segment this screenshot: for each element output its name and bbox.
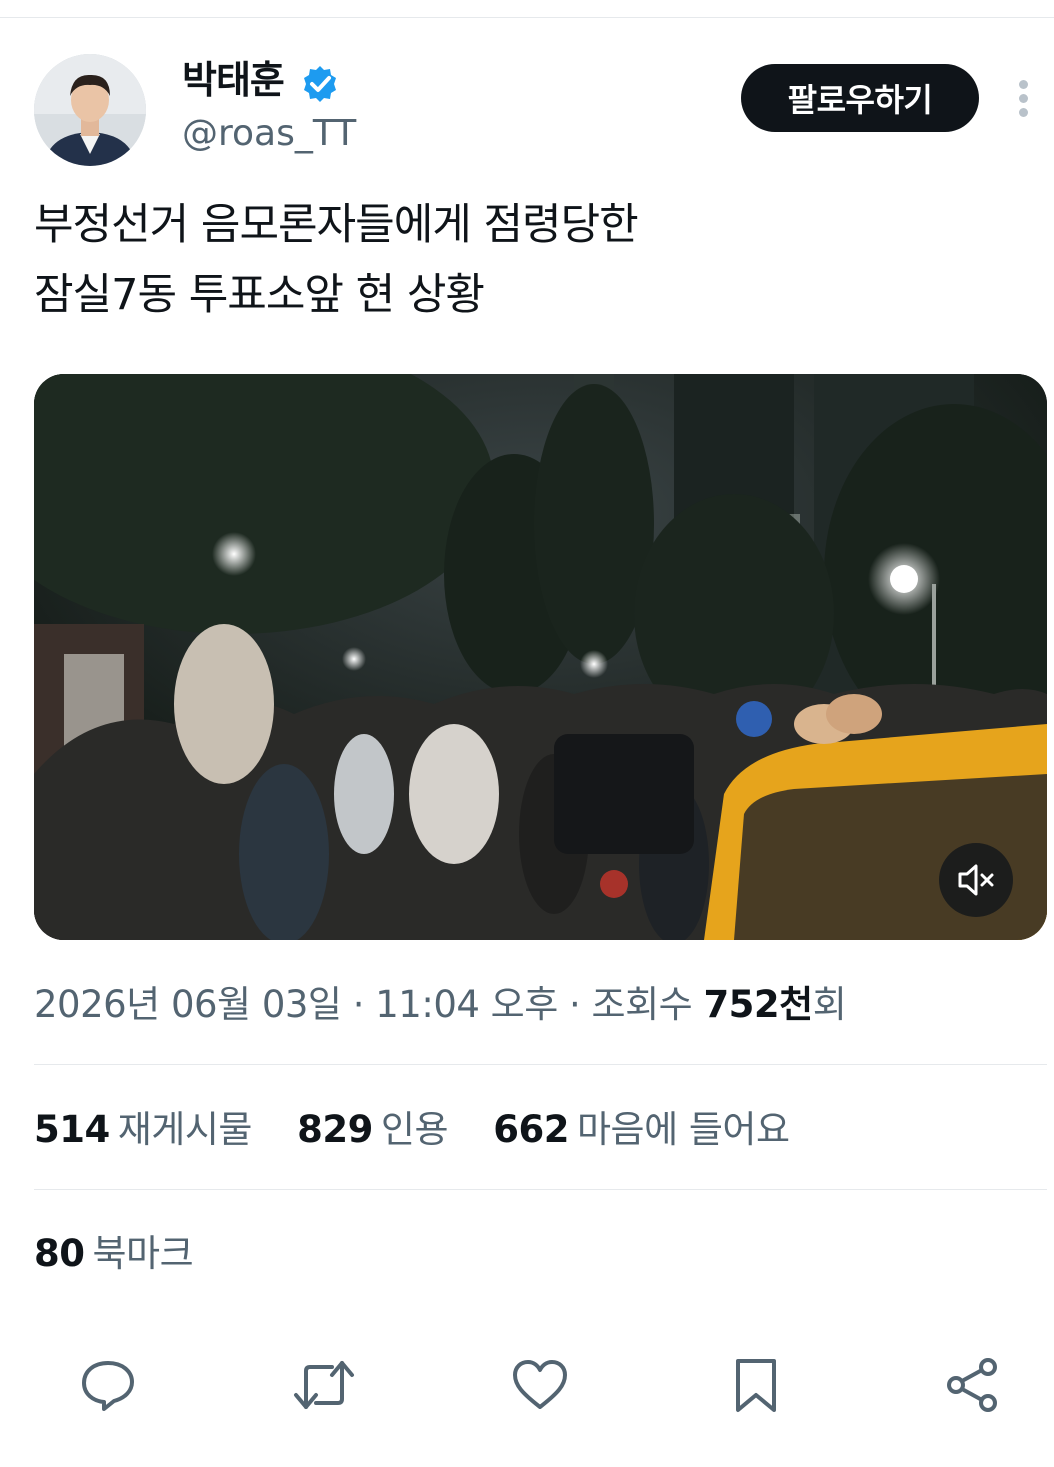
meta-separator: · xyxy=(341,983,376,1026)
bookmarks-label: 북마크 xyxy=(92,1232,194,1275)
speaker-muted-icon xyxy=(958,864,994,896)
handle[interactable]: @roas_TT xyxy=(182,112,356,156)
views-suffix: 회 xyxy=(812,983,847,1026)
like-button[interactable] xyxy=(508,1353,572,1417)
like-icon xyxy=(513,1360,567,1409)
tweet-meta: 2026년 06월 03일 · 11:04 오후 · 조회수 752천회 xyxy=(34,980,847,1030)
quotes-label: 인용 xyxy=(380,1108,449,1151)
share-button[interactable] xyxy=(940,1353,1004,1417)
views-value: 752천 xyxy=(703,983,813,1026)
more-options-icon[interactable] xyxy=(1006,76,1042,120)
bookmarks-count: 80 xyxy=(34,1232,85,1275)
reply-icon xyxy=(82,1361,134,1411)
likes-stat[interactable]: 662 마음에 들어요 xyxy=(493,1104,790,1156)
share-icon xyxy=(947,1358,997,1412)
follow-button[interactable]: 팔로우하기 xyxy=(741,64,979,132)
mute-button[interactable] xyxy=(939,843,1013,917)
divider xyxy=(34,1189,1047,1190)
tweet-text: 부정선거 음모론자들에게 점령당한 잠실7동 투표소앞 현 상황 xyxy=(34,190,1014,330)
avatar[interactable] xyxy=(34,54,146,166)
video-player[interactable] xyxy=(34,374,1047,940)
bookmark-button[interactable] xyxy=(724,1353,788,1417)
repost-button[interactable] xyxy=(292,1353,356,1417)
divider xyxy=(34,1064,1047,1065)
quotes-count: 829 xyxy=(297,1108,373,1151)
quotes-stat[interactable]: 829 인용 xyxy=(297,1104,448,1156)
top-divider xyxy=(0,17,1054,18)
reply-button[interactable] xyxy=(76,1353,140,1417)
reposts-stat[interactable]: 514 재게시물 xyxy=(34,1104,252,1156)
meta-separator: · xyxy=(557,983,592,1026)
views-label: 조회수 xyxy=(591,983,693,1026)
engagement-stats: 514 재게시물 829 인용 662 마음에 들어요 xyxy=(34,1104,824,1156)
likes-count: 662 xyxy=(493,1108,569,1151)
tweet-date: 2026년 06월 03일 xyxy=(34,983,342,1026)
reposts-count: 514 xyxy=(34,1108,110,1151)
reposts-label: 재게시물 xyxy=(117,1108,253,1151)
tweet-text-line: 부정선거 음모론자들에게 점령당한 xyxy=(34,200,639,250)
display-name[interactable]: 박태훈 xyxy=(182,56,285,104)
bookmark-icon xyxy=(736,1359,776,1412)
repost-icon xyxy=(294,1361,354,1409)
tweet-text-line: 잠실7동 투표소앞 현 상황 xyxy=(34,270,485,320)
likes-label: 마음에 들어요 xyxy=(577,1108,790,1151)
verified-badge-icon xyxy=(300,64,340,104)
tweet-time[interactable]: 11:04 오후 xyxy=(375,983,558,1026)
bookmarks-stat[interactable]: 80 북마크 xyxy=(34,1228,194,1280)
